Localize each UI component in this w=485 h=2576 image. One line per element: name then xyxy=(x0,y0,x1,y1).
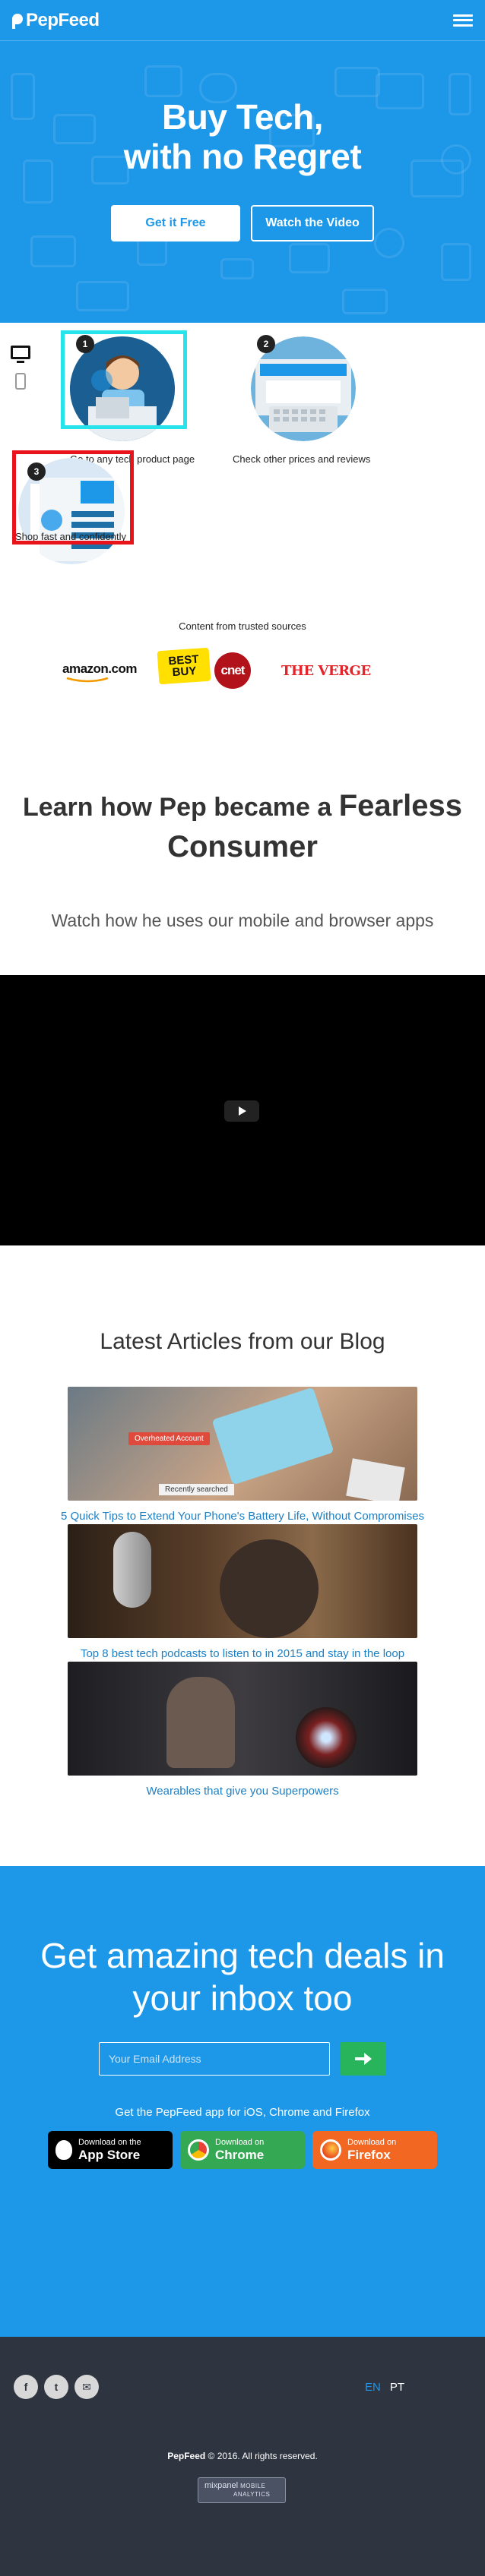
arrow-right-icon[interactable] xyxy=(341,2042,386,2076)
the-verge-logo: THE VERGE xyxy=(281,663,371,679)
language-switcher: EN PT xyxy=(365,2381,404,2394)
blog-article: Wearables that give you Superpowers xyxy=(0,1662,485,1798)
email-field[interactable] xyxy=(99,2042,330,2076)
amazon-logo: amazon.com xyxy=(62,661,137,683)
learn-title-prefix: Learn how Pep became a xyxy=(22,793,332,822)
twitter-icon[interactable]: t xyxy=(44,2375,68,2399)
cnet-logo: cnet xyxy=(214,652,251,689)
trusted-sources-logos: amazon.com BEST BUY cnet THE VERGE xyxy=(0,647,485,689)
video-player[interactable] xyxy=(0,975,485,1245)
play-icon[interactable] xyxy=(224,1100,259,1122)
chrome-icon xyxy=(188,2139,209,2161)
hero-title-line-1: Buy Tech, xyxy=(162,97,323,137)
article-link-2[interactable]: Top 8 best tech podcasts to listen to in… xyxy=(0,1647,485,1660)
article-thumbnail[interactable] xyxy=(68,1662,417,1776)
copyright-notice: © 2016. All rights reserved. xyxy=(208,2451,318,2461)
hero-title: Buy Tech, with no Regret xyxy=(0,97,485,176)
newsletter-section: Get amazing tech deals in your inbox too… xyxy=(0,1866,485,2337)
step-3-highlight xyxy=(12,450,134,545)
bestbuy-logo: BEST BUY xyxy=(157,647,211,685)
newsletter-title: Get amazing tech deals in your inbox too xyxy=(40,1936,445,2018)
newsletter-form xyxy=(0,2042,485,2076)
article-link-3[interactable]: Wearables that give you Superpowers xyxy=(0,1785,485,1798)
learn-subtitle: Watch how he uses our mobile and browser… xyxy=(51,911,434,930)
copyright-text: PepFeed © 2016. All rights reserved. xyxy=(0,2451,485,2461)
phone-icon[interactable] xyxy=(15,373,26,390)
apple-icon xyxy=(55,2140,72,2160)
copyright-brand: PepFeed xyxy=(167,2451,206,2461)
blog-article: Top 8 best tech podcasts to listen to in… xyxy=(0,1524,485,1660)
get-it-free-button[interactable]: Get it Free xyxy=(111,205,240,242)
firefox-store-button[interactable]: Download on Firefox xyxy=(312,2131,437,2169)
watch-video-button[interactable]: Watch the Video xyxy=(251,205,374,242)
app-store-button[interactable]: Download on the App Store xyxy=(48,2131,173,2169)
apps-text: Get the PepFeed app for iOS, Chrome and … xyxy=(115,2106,370,2119)
step-2-label: Check other prices and reviews xyxy=(233,453,371,465)
hamburger-menu-icon[interactable] xyxy=(453,13,473,28)
pepfeed-logo-icon xyxy=(12,12,23,29)
ironman-photo xyxy=(166,1677,235,1768)
step-2-number: 2 xyxy=(257,335,275,353)
lang-en-link[interactable]: EN xyxy=(365,2381,381,2394)
article-thumbnail[interactable]: Overheated Account Recently searched xyxy=(68,1387,417,1501)
overheated-account-badge: Overheated Account xyxy=(128,1432,210,1445)
pepfeed-logo[interactable]: PepFeed xyxy=(12,10,100,31)
article-thumbnail[interactable] xyxy=(68,1524,417,1638)
hero-title-line-2: with no Regret xyxy=(123,137,362,176)
firefox-icon xyxy=(320,2139,341,2161)
social-links: f t ✉ xyxy=(14,2375,99,2399)
hero-section: PepFeed Buy Tech, with no Regret Get it … xyxy=(0,0,485,323)
blog-title: Latest Articles from our Blog xyxy=(100,1329,385,1354)
blog-section: Latest Articles from our Blog Overheated… xyxy=(0,1245,485,1798)
chrome-store-button[interactable]: Download on Chrome xyxy=(180,2131,305,2169)
learn-section: Learn how Pep became a Fearless Consumer… xyxy=(0,604,485,1245)
pug-photo xyxy=(220,1539,319,1638)
phone-photo-overlay xyxy=(211,1387,334,1485)
step-1-highlight xyxy=(61,330,187,429)
footer: f t ✉ EN PT PepFeed © 2016. All rights r… xyxy=(0,2337,485,2576)
top-navbar: PepFeed xyxy=(0,0,485,41)
learn-title: Learn how Pep became a Fearless Consumer xyxy=(0,786,485,868)
article-link-1[interactable]: 5 Quick Tips to Extend Your Phone's Batt… xyxy=(0,1510,485,1523)
microphone-photo xyxy=(113,1532,151,1608)
how-it-works-section: 1 Go to any tech product page 2 Check ot… xyxy=(0,323,485,689)
device-toggle xyxy=(11,346,30,390)
blog-article: Overheated Account Recently searched 5 Q… xyxy=(0,1387,485,1523)
hero-buttons: Get it Free Watch the Video xyxy=(0,205,485,242)
desktop-icon[interactable] xyxy=(11,346,30,363)
recently-searched-badge: Recently searched xyxy=(159,1484,234,1495)
trusted-sources-title: Content from trusted sources xyxy=(179,620,306,632)
logo-text: PepFeed xyxy=(26,9,100,30)
mixpanel-badge[interactable]: mixpanel MOBILE ANALYTICS xyxy=(198,2477,286,2503)
facebook-icon[interactable]: f xyxy=(14,2375,38,2399)
lang-pt-link[interactable]: PT xyxy=(390,2381,404,2394)
email-icon[interactable]: ✉ xyxy=(74,2375,99,2399)
store-buttons: Download on the App Store Download on Chro… xyxy=(0,2131,485,2169)
